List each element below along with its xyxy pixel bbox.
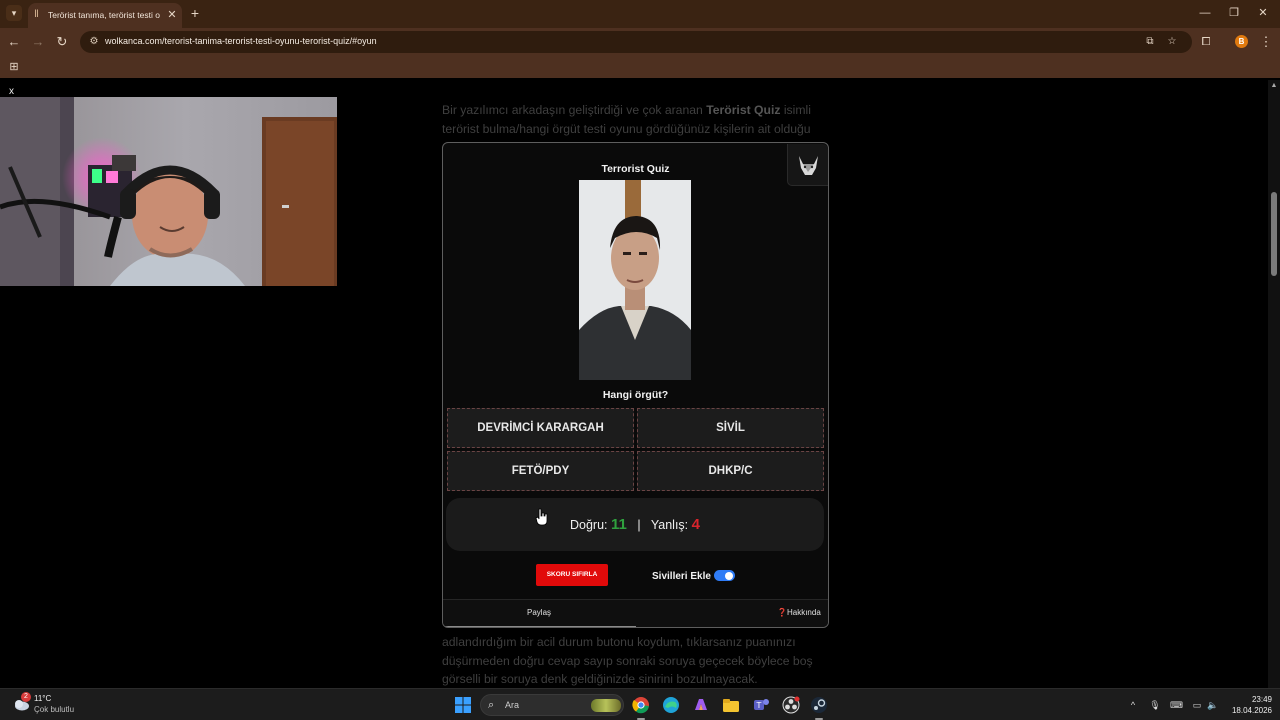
taskbar-search[interactable]: ⌕ Ara [480, 694, 624, 716]
address-url[interactable]: wolkanca.com/terorist-tanima-terorist-te… [105, 36, 377, 48]
about-tab-label: Hakkında [786, 608, 821, 617]
option-sivil-button[interactable]: SİVİL [637, 408, 824, 448]
article-intro-text-a: Bir yazılımcı arkadaşın geliştirdiği ve … [442, 103, 707, 117]
address-bar[interactable]: ⚙ wolkanca.com/terorist-tanima-terorist-… [80, 31, 1192, 53]
clock-date[interactable]: 18.04.2026 [1226, 706, 1272, 715]
menu-icon[interactable]: ⋮ [1258, 34, 1274, 50]
screen: ▾ Ⅱ Terörist tanıma, terörist testi oyun… [0, 0, 1280, 720]
scrollbar-thumb[interactable] [1271, 192, 1277, 276]
back-icon[interactable]: ← [6, 34, 22, 50]
option-devrimci-karargah-button[interactable]: DEVRİMCİ KARARGAH [447, 408, 634, 448]
tab-title: Terörist tanıma, terörist testi oyunu - … [48, 10, 160, 20]
hand-cursor-icon [535, 508, 548, 526]
article-intro-line1: Bir yazılımcı arkadaşın geliştirdiği ve … [442, 101, 832, 120]
about-tab[interactable]: ❓Hakkında [777, 608, 825, 620]
window-close-icon[interactable]: ✕ [1256, 6, 1270, 20]
windows-start-icon[interactable] [455, 697, 471, 713]
quiz-footer: Paylaş ❓Hakkında [443, 599, 828, 627]
score-separator: | [637, 518, 641, 532]
install-app-icon[interactable]: ⧉ [1144, 36, 1156, 48]
article-intro: Bir yazılımcı arkadaşın geliştirdiği ve … [442, 101, 832, 138]
quiz-title: Terrorist Quiz [601, 163, 670, 175]
apps-grid-icon[interactable]: ⊞ [8, 61, 20, 73]
weather-temperature[interactable]: 11°C [34, 694, 51, 703]
correct-count: 11 [611, 516, 627, 533]
chrome-icon[interactable] [632, 696, 650, 714]
quiz-modal: Terrorist Quiz Hangi örgüt? DEVRİMCİ KAR… [442, 142, 829, 628]
score-panel: Doğru: 11 | Yanlış: 4 [446, 498, 824, 551]
extensions-icon[interactable]: ⧠ [1198, 34, 1214, 50]
browser-tab-active[interactable]: Ⅱ Terörist tanıma, terörist testi oyunu … [28, 3, 182, 28]
wrong-label: Yanlış: [650, 518, 689, 532]
page-viewport: x Bir yazılımcı arkadaşın geliştirdiği v… [0, 80, 1280, 688]
microphone-icon[interactable]: 🎙 [1149, 699, 1161, 711]
keyboard-icon[interactable]: ⌨ [1170, 699, 1183, 711]
file-explorer-icon[interactable] [722, 696, 740, 714]
tab-list-icon[interactable]: ▾ [6, 5, 22, 21]
tab-close-icon[interactable]: ✕ [166, 9, 178, 21]
chevron-up-icon[interactable]: ^ [1127, 699, 1139, 711]
maximize-icon[interactable]: ❐ [1227, 6, 1241, 20]
profile-avatar[interactable]: B [1235, 35, 1248, 48]
bookmark-star-icon[interactable]: ☆ [1166, 36, 1178, 48]
suspect-portrait [579, 180, 691, 380]
page-scrollbar[interactable]: ▲ [1268, 80, 1280, 688]
suspect-photo [579, 180, 691, 380]
article-bottom-line3: görselli bir soruya denk geldiğinizde si… [442, 672, 758, 686]
article-intro-line2: terörist bulma/hangi örgüt testi oyunu g… [442, 121, 811, 136]
add-civilians-label: Sivilleri Ekle [652, 571, 711, 582]
share-tab-indicator [443, 626, 636, 627]
webcam-scene [0, 97, 337, 286]
display-icon[interactable]: ▭ [1191, 699, 1203, 711]
edge-icon[interactable] [662, 696, 680, 714]
site-info-icon[interactable]: ⚙ [88, 36, 100, 48]
clock-time[interactable]: 23:49 [1246, 695, 1272, 704]
new-tab-icon[interactable]: + [188, 6, 202, 20]
article-intro-text-b: isimli [780, 103, 811, 117]
option-feto-pdy-button[interactable]: FETÖ/PDY [447, 451, 634, 491]
wrong-count: 4 [691, 516, 700, 533]
obs-icon[interactable] [782, 696, 800, 714]
search-placeholder: Ara [505, 700, 520, 710]
copilot-icon[interactable] [692, 696, 710, 714]
option-dhkp-c-button[interactable]: DHKP/C [637, 451, 824, 491]
tab-favicon-icon: Ⅱ [34, 9, 39, 20]
share-tab[interactable]: Paylaş [527, 608, 563, 620]
bookmarks-bar: ⊞ [0, 56, 1280, 78]
weather-badge: 2 [21, 692, 31, 702]
article-bottom-line1: adlandırdığım bir acil durum butonu koyd… [442, 635, 796, 649]
minimize-icon[interactable]: — [1198, 6, 1212, 20]
steam-icon[interactable] [810, 696, 828, 714]
search-highlight-icon [591, 699, 621, 712]
article-intro-bold: Terörist Quiz [706, 103, 781, 117]
add-civilians-toggle[interactable] [714, 570, 735, 581]
browser-toolbar: ← → ↻ ⚙ wolkanca.com/terorist-tanima-ter… [0, 28, 1280, 56]
quiz-question: Hangi örgüt? [602, 389, 669, 401]
browser-tab-strip: ▾ Ⅱ Terörist tanıma, terörist testi oyun… [0, 0, 1280, 28]
question-mark-icon: ❓ [777, 608, 787, 617]
speaker-icon[interactable]: 🔈 [1207, 699, 1219, 711]
forward-icon[interactable]: → [30, 34, 46, 50]
correct-label: Doğru: [570, 518, 608, 532]
webcam-overlay [0, 97, 337, 286]
reset-score-button[interactable]: SKORU SIFIRLA [536, 564, 608, 586]
toggle-knob [725, 571, 733, 580]
reload-icon[interactable]: ↻ [54, 34, 70, 50]
article-bottom: adlandırdığım bir acil durum butonu koyd… [442, 633, 832, 689]
windows-taskbar: 2 11°C Çok bulutlu ⌕ Ara T ^ 🎙 ⌨ ▭ 🔈 23:… [0, 688, 1280, 720]
scroll-up-icon[interactable]: ▲ [1270, 82, 1278, 90]
teams-icon[interactable]: T [752, 696, 770, 714]
search-icon: ⌕ [488, 699, 495, 711]
article-bottom-line2: düşürmeden doğru cevap sayıp sonraki sor… [442, 653, 813, 668]
svg-text:T: T [756, 701, 762, 710]
weather-description[interactable]: Çok bulutlu [34, 705, 74, 714]
overlay-close-button[interactable]: x [9, 87, 17, 97]
